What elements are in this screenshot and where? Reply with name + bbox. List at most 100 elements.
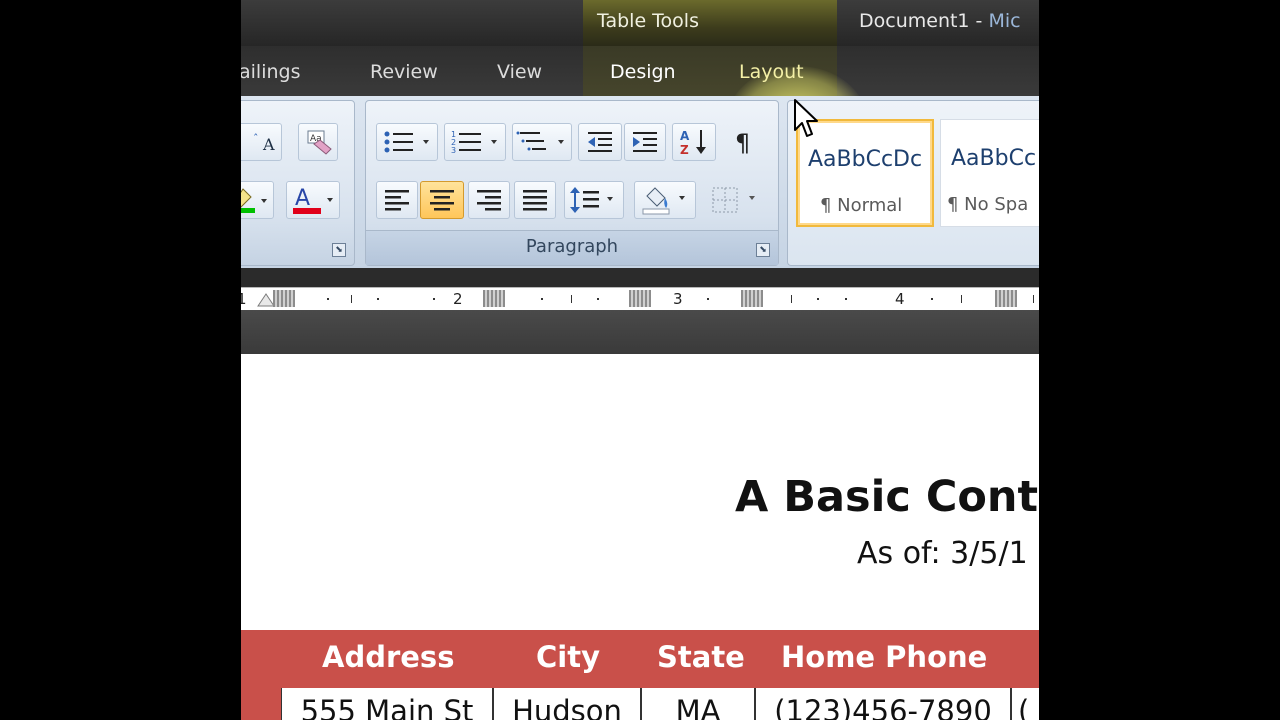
line-spacing-icon bbox=[570, 187, 613, 213]
style-preview-text: AaBbCc bbox=[951, 146, 1037, 171]
style-no-spacing[interactable]: AaBbCc ¶ No Spa bbox=[940, 119, 1039, 227]
ribbon: Aˆ Aa A ⬊ 123 A Z ¶ Paragraph ⬊ AaBbCcDc… bbox=[241, 96, 1039, 268]
app-name: Mic bbox=[988, 10, 1021, 32]
ruler-dot bbox=[433, 298, 435, 300]
borders-button[interactable] bbox=[704, 181, 766, 219]
ruler-number: 4 bbox=[895, 290, 905, 308]
align-center-icon bbox=[430, 190, 454, 211]
shrink-font-button[interactable]: Aˆ bbox=[241, 123, 282, 161]
numbering-icon: 123 bbox=[451, 130, 497, 155]
ruler-dot bbox=[377, 298, 379, 300]
ruler-dot bbox=[707, 298, 709, 300]
increase-indent-icon bbox=[633, 132, 657, 152]
show-hide-formatting-button[interactable]: ¶ bbox=[724, 123, 764, 161]
tab-layout[interactable]: Layout bbox=[739, 61, 804, 83]
ruler-column-marker[interactable] bbox=[629, 290, 651, 307]
align-left-icon bbox=[385, 190, 409, 211]
header-home-phone[interactable]: Home Phone bbox=[781, 640, 987, 674]
tab-review[interactable]: Review bbox=[370, 61, 438, 83]
font-group: Aˆ Aa A ⬊ bbox=[241, 100, 355, 266]
word-window: Table Tools Document1 - Mic ailings Revi… bbox=[241, 0, 1039, 720]
ruler-column-marker[interactable] bbox=[483, 290, 505, 307]
svg-text:Z: Z bbox=[680, 143, 689, 157]
numbering-button[interactable]: 123 bbox=[444, 123, 506, 161]
ruler-dot bbox=[541, 298, 543, 300]
ruler-number: 1 bbox=[241, 290, 247, 308]
sort-button[interactable]: AZ bbox=[672, 123, 716, 161]
ruler-tick bbox=[571, 295, 572, 303]
svg-text:A: A bbox=[262, 135, 275, 154]
svg-text:3: 3 bbox=[451, 146, 456, 155]
styles-group: AaBbCcDc ¶ Normal AaBbCc ¶ No Spa bbox=[787, 100, 1039, 266]
decrease-indent-button[interactable] bbox=[578, 123, 622, 161]
table-cell-address[interactable]: 555 Main St bbox=[281, 688, 493, 720]
clear-formatting-button[interactable]: Aa bbox=[298, 123, 338, 161]
tab-view[interactable]: View bbox=[497, 61, 542, 83]
font-dialog-launcher[interactable]: ⬊ bbox=[332, 243, 346, 257]
table-row[interactable]: 555 Main St Hudson MA (123)456-7890 ( bbox=[241, 688, 1039, 720]
svg-text:A: A bbox=[295, 186, 310, 211]
align-left-button[interactable] bbox=[376, 181, 418, 219]
tab-design[interactable]: Design bbox=[610, 61, 676, 83]
bullets-button[interactable] bbox=[376, 123, 438, 161]
style-preview-text: AaBbCcDc bbox=[808, 147, 923, 172]
font-color-button[interactable]: A bbox=[286, 181, 340, 219]
shading-button[interactable] bbox=[634, 181, 696, 219]
document-area-gap bbox=[241, 310, 1039, 354]
ruler-tick bbox=[1033, 295, 1034, 303]
center-button[interactable] bbox=[420, 181, 464, 219]
document-date-line[interactable]: As of: 3/5/1 bbox=[857, 536, 1028, 571]
ruler-dot bbox=[327, 298, 329, 300]
line-spacing-button[interactable] bbox=[564, 181, 624, 219]
ruler-dot bbox=[931, 298, 933, 300]
table-cell-next[interactable]: ( bbox=[1011, 688, 1039, 720]
header-address[interactable]: Address bbox=[322, 640, 454, 674]
decrease-indent-icon bbox=[588, 132, 612, 152]
header-city[interactable]: City bbox=[536, 640, 600, 674]
ribbon-tab-row: ailings Review View Design Layout bbox=[241, 46, 1039, 176]
align-right-button[interactable] bbox=[468, 181, 510, 219]
table-cell-city[interactable]: Hudson bbox=[493, 688, 641, 720]
ruler-dot bbox=[597, 298, 599, 300]
ruler-tick bbox=[351, 295, 352, 303]
table-cell-state[interactable]: MA bbox=[641, 688, 755, 720]
text-highlight-color-button[interactable] bbox=[241, 181, 274, 219]
pilcrow-icon: ¶ bbox=[735, 129, 750, 157]
table-cell-home-phone[interactable]: (123)456-7890 bbox=[755, 688, 1011, 720]
font-color-icon: A bbox=[293, 186, 333, 214]
svg-text:A: A bbox=[680, 129, 690, 143]
mouse-pointer-icon bbox=[794, 99, 818, 137]
ruler-column-marker[interactable] bbox=[273, 290, 295, 307]
ruler-number: 3 bbox=[673, 290, 683, 308]
header-state[interactable]: State bbox=[657, 640, 745, 674]
multilevel-list-icon bbox=[516, 131, 564, 151]
justify-icon bbox=[523, 190, 547, 211]
paint-bucket-icon bbox=[642, 187, 685, 215]
svg-text:ˆ: ˆ bbox=[253, 132, 259, 145]
table-header-row[interactable]: Address City State Home Phone bbox=[241, 630, 1039, 688]
increase-indent-button[interactable] bbox=[624, 123, 666, 161]
document-page[interactable]: A Basic Conta As of: 3/5/1 Address City … bbox=[241, 354, 1039, 720]
paragraph-group: 123 AZ ¶ Paragraph ⬊ bbox=[365, 100, 779, 266]
style-name: ¶ No Spa bbox=[947, 194, 1029, 215]
table-tools-label: Table Tools bbox=[597, 10, 699, 32]
borders-icon bbox=[712, 187, 755, 213]
tab-mailings[interactable]: ailings bbox=[241, 61, 300, 83]
ruler-dot bbox=[817, 298, 819, 300]
ruler-dot bbox=[845, 298, 847, 300]
title-bar: Table Tools Document1 - Mic bbox=[241, 0, 1039, 48]
ruler-column-marker[interactable] bbox=[995, 290, 1017, 307]
paragraph-dialog-launcher[interactable]: ⬊ bbox=[756, 243, 770, 257]
sort-icon: AZ bbox=[680, 129, 706, 157]
window-title: Document1 - Mic bbox=[859, 10, 1021, 32]
multilevel-list-button[interactable] bbox=[512, 123, 572, 161]
table-cell-name[interactable] bbox=[241, 688, 281, 720]
document-heading[interactable]: A Basic Conta bbox=[735, 472, 1039, 522]
style-name: ¶ Normal bbox=[820, 195, 903, 216]
justify-button[interactable] bbox=[514, 181, 556, 219]
ruler-tick bbox=[791, 295, 792, 303]
ruler-tick bbox=[961, 295, 962, 303]
ruler-number: 2 bbox=[453, 290, 463, 308]
align-right-icon bbox=[477, 190, 501, 211]
ruler-column-marker[interactable] bbox=[741, 290, 763, 307]
